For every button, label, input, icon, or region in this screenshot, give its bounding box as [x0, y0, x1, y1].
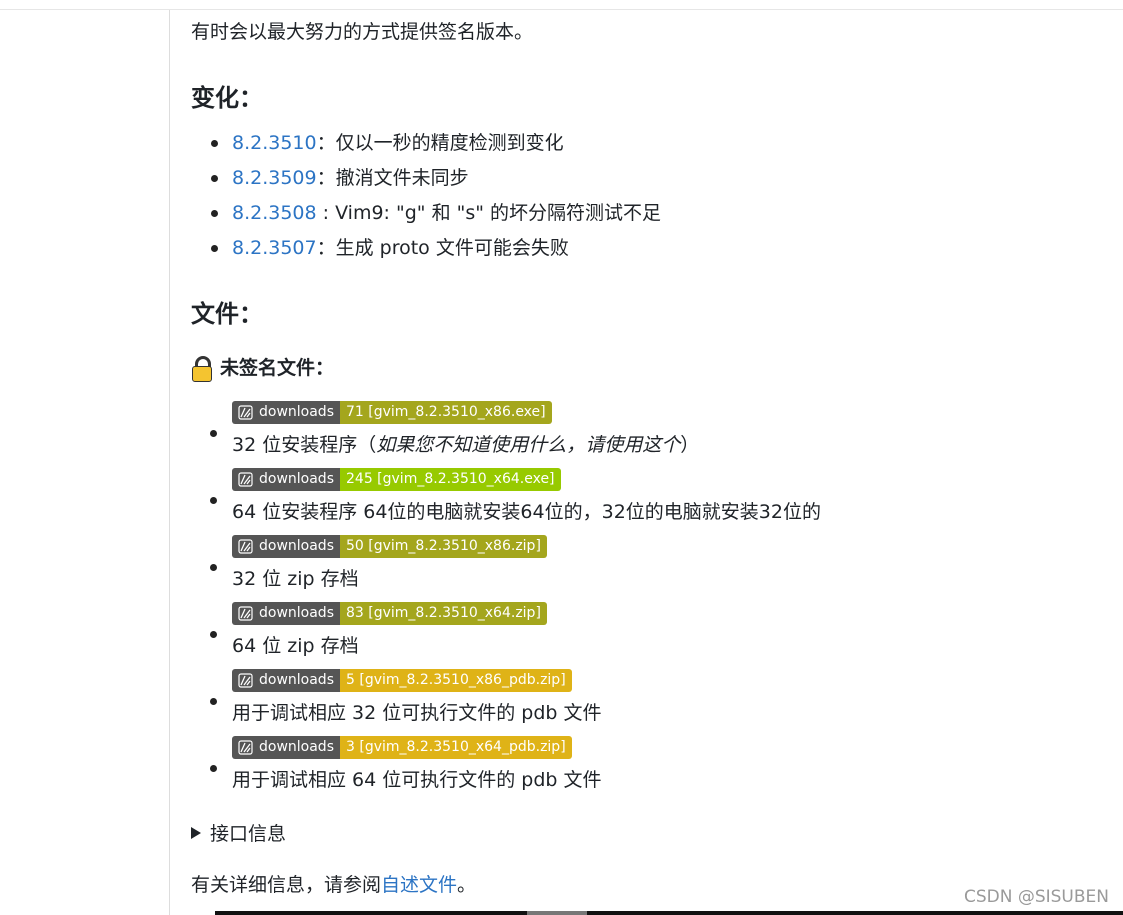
- watermark: CSDN @SISUBEN: [963, 887, 1109, 907]
- changes-heading: 变化：: [191, 84, 263, 112]
- list-item: 8.2.3507：生成 proto 文件可能会失败: [191, 232, 661, 267]
- github-icon: [238, 539, 253, 554]
- badge-value: 71 [gvim_8.2.3510_x86.exe]: [340, 401, 552, 424]
- download-description: 32 位 zip 存档: [232, 564, 821, 594]
- interface-label: 接口信息: [210, 823, 287, 845]
- github-icon: [238, 740, 253, 755]
- change-text: : Vim9: "g" 和 "s" 的坏分隔符测试不足: [316, 202, 662, 224]
- readme-prefix: 有关详细信息，请参阅: [191, 874, 382, 896]
- description-text: 用于调试相应 32 位可执行文件的 pdb 文件: [232, 702, 602, 724]
- changes-list: 8.2.3510：仅以一秒的精度检测到变化 8.2.3509：撤消文件未同步 8…: [191, 127, 661, 267]
- badge-label-text: downloads: [259, 538, 334, 554]
- lock-icon: [191, 355, 213, 382]
- interface-details-toggle[interactable]: 接口信息: [191, 819, 286, 849]
- description-text: 32 位 zip 存档: [232, 568, 359, 590]
- github-icon: [238, 472, 253, 487]
- badge-label-text: downloads: [259, 471, 334, 487]
- download-item: downloads 83 [gvim_8.2.3510_x64.zip] 64 位 …: [191, 601, 821, 668]
- download-badge[interactable]: downloads 50 [gvim_8.2.3510_x86.zip]: [232, 535, 547, 558]
- download-description: 64 位 zip 存档: [232, 631, 821, 661]
- download-item: downloads 5 [gvim_8.2.3510_x86_pdb.zip] 用于…: [191, 668, 821, 735]
- download-description: 用于调试相应 32 位可执行文件的 pdb 文件: [232, 698, 821, 728]
- version-link[interactable]: 8.2.3508: [232, 202, 317, 224]
- downloads-list: downloads 71 [gvim_8.2.3510_x86.exe] 32 位安…: [191, 400, 821, 802]
- badge-value: 5 [gvim_8.2.3510_x86_pdb.zip]: [340, 669, 572, 692]
- change-text: ：撤消文件未同步: [316, 167, 469, 189]
- list-item: 8.2.3509：撤消文件未同步: [191, 162, 661, 197]
- download-badge[interactable]: downloads 83 [gvim_8.2.3510_x64.zip]: [232, 602, 547, 625]
- badge-label: downloads: [232, 602, 340, 625]
- download-badge[interactable]: downloads 5 [gvim_8.2.3510_x86_pdb.zip]: [232, 669, 572, 692]
- badge-value: 83 [gvim_8.2.3510_x64.zip]: [340, 602, 547, 625]
- badge-label: downloads: [232, 535, 340, 558]
- description-text: 64 位 zip 存档: [232, 635, 359, 657]
- github-icon: [238, 673, 253, 688]
- download-description: 用于调试相应 64 位可执行文件的 pdb 文件: [232, 765, 821, 795]
- badge-label: downloads: [232, 669, 340, 692]
- download-badge[interactable]: downloads 71 [gvim_8.2.3510_x86.exe]: [232, 401, 552, 424]
- version-link[interactable]: 8.2.3510: [232, 132, 317, 154]
- scrollbar-thumb[interactable]: [527, 911, 587, 915]
- download-item: downloads 3 [gvim_8.2.3510_x64_pdb.zip] 用于…: [191, 735, 821, 802]
- version-link[interactable]: 8.2.3507: [232, 237, 317, 259]
- download-item: downloads 245 [gvim_8.2.3510_x64.exe] 64 位…: [191, 467, 821, 534]
- download-badge[interactable]: downloads 3 [gvim_8.2.3510_x64_pdb.zip]: [232, 736, 572, 759]
- download-item: downloads 71 [gvim_8.2.3510_x86.exe] 32 位安…: [191, 400, 821, 467]
- badge-label-text: downloads: [259, 672, 334, 688]
- badge-label-text: downloads: [259, 404, 334, 420]
- change-text: ：生成 proto 文件可能会失败: [316, 237, 569, 259]
- download-badge[interactable]: downloads 245 [gvim_8.2.3510_x64.exe]: [232, 468, 561, 491]
- badge-label: downloads: [232, 401, 340, 424]
- description-emphasis: 如果您不知道使用什么，请使用这个: [376, 434, 681, 456]
- list-item: 8.2.3510：仅以一秒的精度检测到变化: [191, 127, 661, 162]
- readme-note: 有关详细信息，请参阅自述文件。: [191, 869, 476, 901]
- download-description: 32 位安装程序（如果您不知道使用什么，请使用这个）: [232, 430, 821, 460]
- badge-value: 3 [gvim_8.2.3510_x64_pdb.zip]: [340, 736, 572, 759]
- list-item: 8.2.3508 : Vim9: "g" 和 "s" 的坏分隔符测试不足: [191, 197, 661, 232]
- badge-value: 245 [gvim_8.2.3510_x64.exe]: [340, 468, 561, 491]
- unsigned-files-label: 未签名文件：: [220, 357, 335, 379]
- badge-label: downloads: [232, 468, 340, 491]
- description-text: 用于调试相应 64 位可执行文件的 pdb 文件: [232, 769, 602, 791]
- disclosure-triangle-icon: [191, 827, 201, 839]
- readme-link[interactable]: 自述文件: [381, 874, 457, 896]
- horizontal-scrollbar[interactable]: [215, 911, 1123, 915]
- badge-label-text: downloads: [259, 605, 334, 621]
- intro-text: 有时会以最大努力的方式提供签名版本。: [191, 21, 534, 43]
- badge-label-text: downloads: [259, 739, 334, 755]
- download-item: downloads 50 [gvim_8.2.3510_x86.zip] 32 位 …: [191, 534, 821, 601]
- change-text: ：仅以一秒的精度检测到变化: [316, 132, 564, 154]
- github-icon: [238, 405, 253, 420]
- badge-value: 50 [gvim_8.2.3510_x86.zip]: [340, 535, 547, 558]
- description-tail: ）: [680, 434, 700, 456]
- github-icon: [238, 606, 253, 621]
- version-link[interactable]: 8.2.3509: [232, 167, 317, 189]
- sidebar-divider: [169, 10, 170, 915]
- description-text: 32 位安装程序（: [232, 434, 377, 456]
- download-description: 64 位安装程序 64位的电脑就安装64位的，32位的电脑就安装32位的: [232, 497, 821, 527]
- release-notes: 有时会以最大努力的方式提供签名版本。 变化： 8.2.3510：仅以一秒的精度检…: [191, 16, 1091, 896]
- description-text: 64 位安装程序 64位的电脑就安装64位的，32位的电脑就安装32位的: [232, 501, 821, 523]
- unsigned-files-heading: 未签名文件：: [191, 354, 334, 382]
- files-heading: 文件：: [191, 300, 263, 328]
- readme-suffix: 。: [457, 874, 477, 896]
- badge-label: downloads: [232, 736, 340, 759]
